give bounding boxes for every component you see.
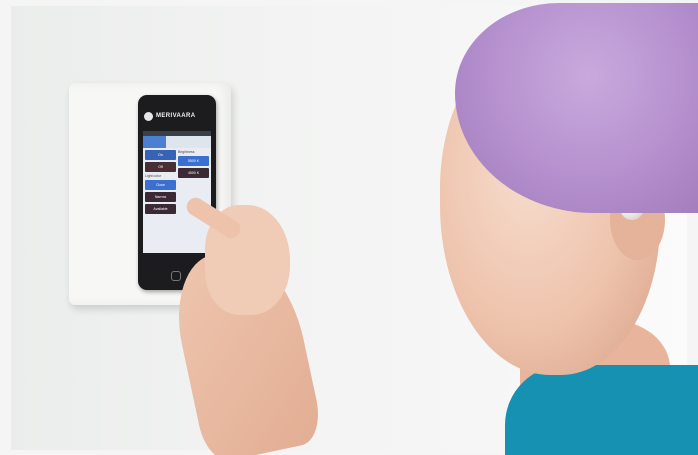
device-available-button: Available [145, 204, 176, 214]
scrub-top [505, 365, 698, 455]
device-off-button: Off [145, 162, 176, 172]
brand-logo-icon [144, 111, 153, 121]
device-4500k-button: 4500 K [178, 168, 209, 178]
photo-scene: MERIVAARA On Off Light color Close Narro… [0, 0, 698, 455]
device-light-color-label: Light color [145, 174, 162, 178]
device-brightness-label: Brightness [178, 150, 195, 154]
device-narrow-button: Narrow [145, 192, 176, 202]
brand-name: MERIVAARA [156, 113, 196, 119]
device-on-button: On [145, 150, 176, 160]
home-button-icon [171, 271, 181, 281]
device-info-area [178, 180, 209, 182]
device-brand: MERIVAARA [144, 110, 210, 122]
device-close-button: Close [145, 180, 176, 190]
device-tab-3 [188, 136, 211, 148]
device-tabs [143, 136, 211, 148]
device-tab-2 [166, 136, 189, 148]
device-tab-1 [143, 136, 166, 148]
device-5500k-button: 5500 K [178, 156, 209, 166]
device-screen: On Off Light color Close Narrow Availabl… [143, 131, 211, 253]
device-left-column: On Off Light color Close Narrow Availabl… [145, 150, 176, 214]
